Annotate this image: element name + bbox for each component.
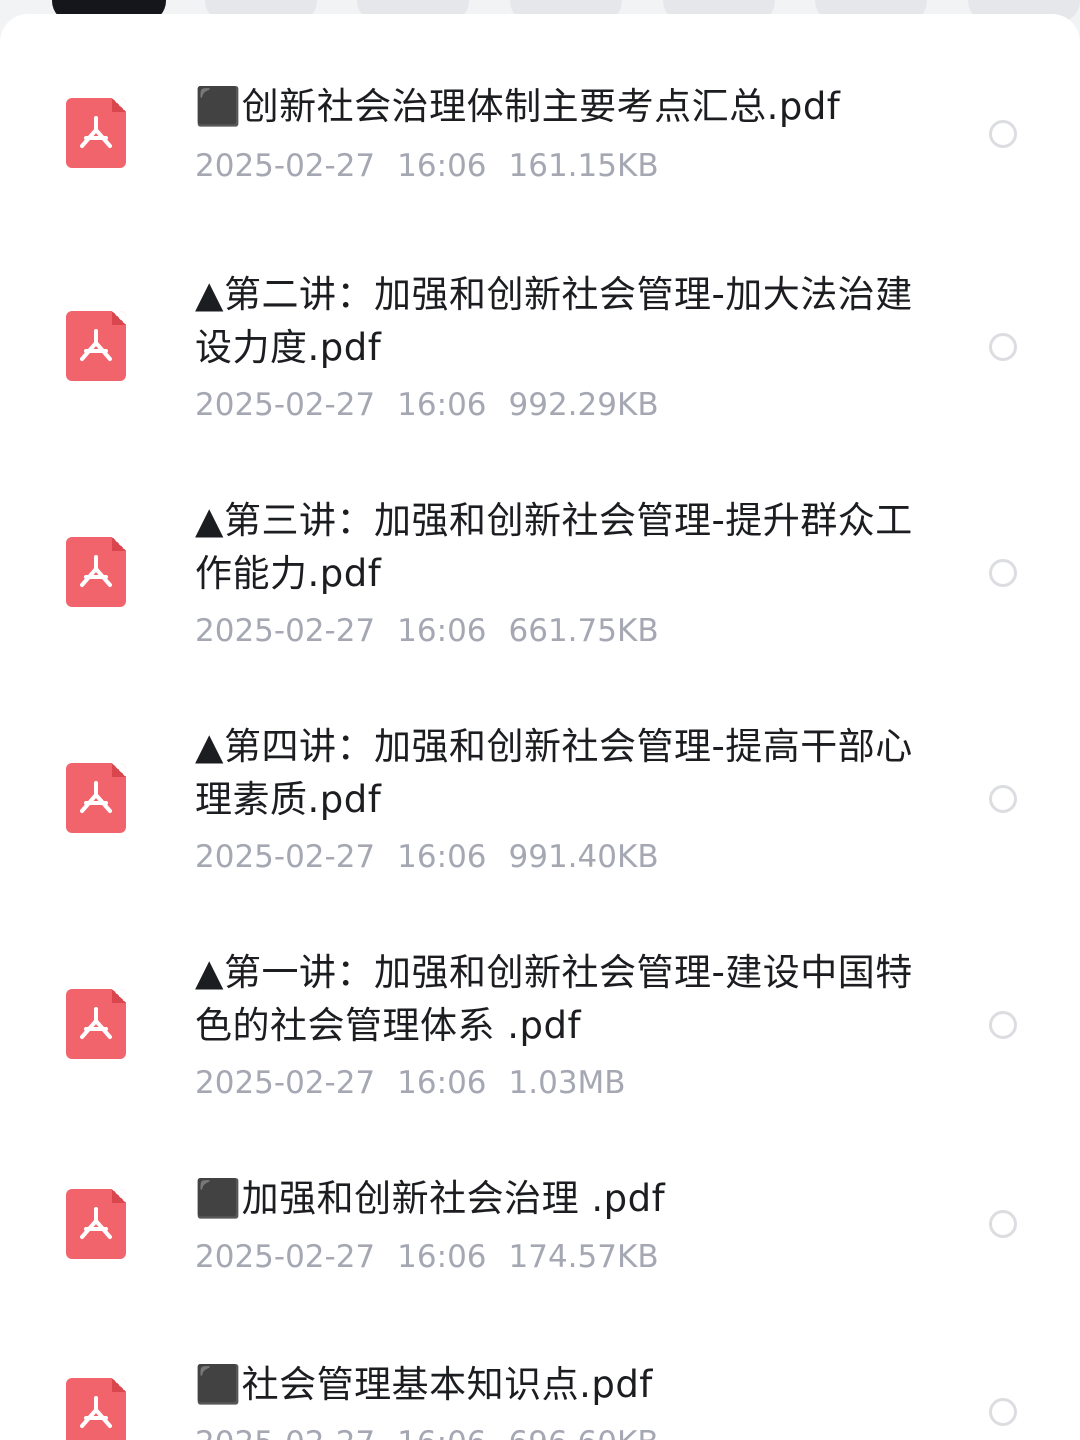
file-size: 1.03MB	[508, 1065, 626, 1101]
file-name: ▲第一讲：加强和创新社会管理-建设中国特色的社会管理体系 .pdf	[195, 951, 913, 1047]
file-time: 16:06	[397, 613, 487, 649]
pdf-icon	[66, 989, 126, 1059]
select-radio[interactable]	[989, 333, 1017, 361]
file-size: 696.60KB	[509, 1425, 659, 1440]
file-size: 161.15KB	[508, 148, 659, 184]
file-size: 174.57KB	[508, 1239, 659, 1275]
file-row[interactable]: ▲第一讲：加强和创新社会管理-建设中国特色的社会管理体系 .pdf 2025-0…	[0, 902, 1080, 1122]
file-time: 16:06	[397, 387, 487, 423]
file-size: 661.75KB	[508, 613, 659, 649]
file-date: 2025-02-27	[195, 1425, 375, 1440]
file-date: 2025-02-27	[195, 148, 376, 184]
select-radio[interactable]	[989, 785, 1017, 813]
file-time: 16:06	[397, 1239, 487, 1275]
file-name: ⬛创新社会治理体制主要考点汇总.pdf	[195, 85, 841, 128]
pdf-icon	[66, 98, 126, 168]
file-row[interactable]: ▲第三讲：加强和创新社会管理-提升群众工作能力.pdf 2025-02-27 16…	[0, 450, 1080, 670]
pdf-icon	[66, 311, 126, 381]
file-size: 991.40KB	[508, 839, 659, 875]
file-date: 2025-02-27	[195, 839, 376, 875]
select-radio[interactable]	[989, 1210, 1017, 1238]
file-time: 16:06	[397, 1425, 486, 1440]
pdf-icon	[66, 1189, 126, 1259]
file-meta: 2025-02-27 16:06 1.03MB	[195, 1063, 648, 1103]
file-time: 16:06	[397, 148, 487, 184]
file-date: 2025-02-27	[195, 387, 376, 423]
file-name: ▲第三讲：加强和创新社会管理-提升群众工作能力.pdf	[195, 499, 913, 595]
select-radio[interactable]	[989, 559, 1017, 587]
file-name: ▲第二讲：加强和创新社会管理-加大法治建设力度.pdf	[195, 273, 913, 369]
select-radio[interactable]	[989, 120, 1017, 148]
file-date: 2025-02-27	[195, 613, 376, 649]
file-row[interactable]: ▲第四讲：加强和创新社会管理-提高干部心理素质.pdf 2025-02-27 16…	[0, 676, 1080, 896]
file-time: 16:06	[397, 839, 487, 875]
file-name: ⬛加强和创新社会治理 .pdf	[195, 1177, 666, 1220]
select-radio[interactable]	[989, 1011, 1017, 1039]
pdf-icon	[66, 537, 126, 607]
file-row[interactable]: ⬛加强和创新社会治理 .pdf 2025-02-27 16:06 174.57KB	[0, 1128, 1080, 1308]
file-name: ⬛社会管理基本知识点.pdf	[195, 1363, 653, 1406]
file-date: 2025-02-27	[195, 1065, 376, 1101]
file-name: ▲第四讲：加强和创新社会管理-提高干部心理素质.pdf	[195, 725, 913, 821]
file-row[interactable]: ⬛社会管理基本知识点.pdf 2025-02-27 16:06 696.60KB	[0, 1314, 1080, 1440]
file-meta: 2025-02-27 16:06 161.15KB	[195, 146, 681, 186]
file-row[interactable]: ⬛创新社会治理体制主要考点汇总.pdf 2025-02-27 16:06 161.1…	[0, 14, 1080, 214]
file-meta: 2025-02-27 16:06 661.75KB	[195, 611, 681, 651]
pdf-icon	[66, 763, 126, 833]
file-meta: 2025-02-27 16:06 992.29KB	[195, 385, 681, 425]
file-meta: 2025-02-27 16:06 696.60KB	[195, 1423, 681, 1440]
file-date: 2025-02-27	[195, 1239, 376, 1275]
file-list-panel: ⬛创新社会治理体制主要考点汇总.pdf 2025-02-27 16:06 161.1…	[0, 14, 1080, 1440]
file-time: 16:06	[397, 1065, 487, 1101]
file-size: 992.29KB	[508, 387, 659, 423]
file-row[interactable]: ▲第二讲：加强和创新社会管理-加大法治建设力度.pdf 2025-02-27 16…	[0, 224, 1080, 444]
file-meta: 2025-02-27 16:06 174.57KB	[195, 1237, 681, 1277]
file-meta: 2025-02-27 16:06 991.40KB	[195, 837, 681, 877]
select-radio[interactable]	[989, 1398, 1017, 1426]
pdf-icon	[66, 1378, 126, 1440]
